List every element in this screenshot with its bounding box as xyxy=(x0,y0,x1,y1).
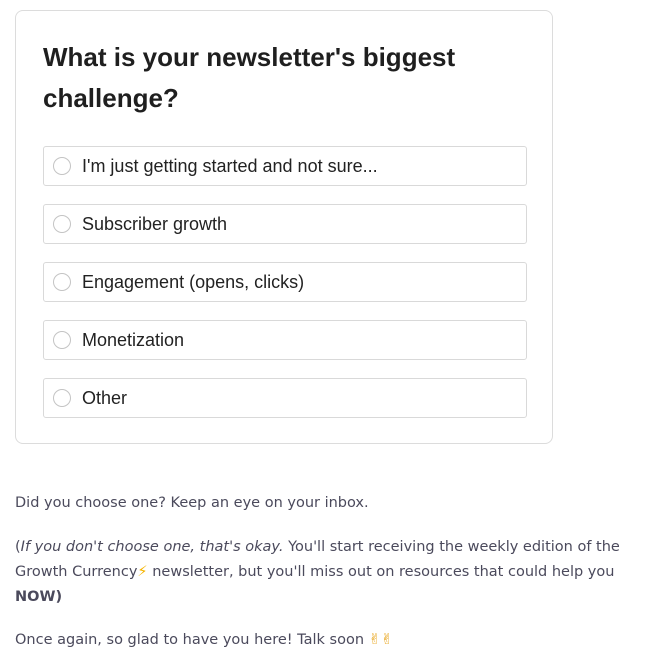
lightning-bolt-icon: ⚡ xyxy=(137,564,148,580)
radio-unchecked-icon[interactable] xyxy=(53,215,71,233)
option-engagement[interactable]: Engagement (opens, clicks) xyxy=(43,262,527,302)
inbox-reminder-text: Did you choose one? Keep an eye on your … xyxy=(15,495,369,511)
option-subscriber-growth[interactable]: Subscriber growth xyxy=(43,204,527,244)
option-other[interactable]: Other xyxy=(43,378,527,418)
victory-hand-icon: ✌✌ xyxy=(368,632,393,648)
opt-out-note: (If you don't choose one, that's okay. Y… xyxy=(15,535,645,610)
option-label: Engagement (opens, clicks) xyxy=(82,271,305,292)
radio-unchecked-icon[interactable] xyxy=(53,157,71,175)
survey-options: I'm just getting started and not sure...… xyxy=(43,146,527,436)
closing-text: Once again, so glad to have you here! Ta… xyxy=(15,628,645,653)
option-label: Subscriber growth xyxy=(82,213,228,234)
italic-note: If you don't choose one, that's okay. xyxy=(20,539,284,555)
option-label: I'm just getting started and not sure... xyxy=(82,155,378,176)
radio-unchecked-icon[interactable] xyxy=(53,331,71,349)
option-monetization[interactable]: Monetization xyxy=(43,320,527,360)
radio-unchecked-icon[interactable] xyxy=(53,273,71,291)
closing-message: Once again, so glad to have you here! Ta… xyxy=(15,632,369,648)
option-getting-started[interactable]: I'm just getting started and not sure... xyxy=(43,146,527,186)
note-text-b: newsletter, but you'll miss out on resou… xyxy=(147,564,615,580)
survey-question: What is your newsletter's biggest challe… xyxy=(43,42,456,113)
now-emphasis: NOW) xyxy=(15,589,63,605)
radio-unchecked-icon[interactable] xyxy=(53,389,71,407)
option-label: Other xyxy=(82,387,128,408)
option-label: Monetization xyxy=(82,329,185,350)
survey-card: What is your newsletter's biggest challe… xyxy=(15,10,553,444)
